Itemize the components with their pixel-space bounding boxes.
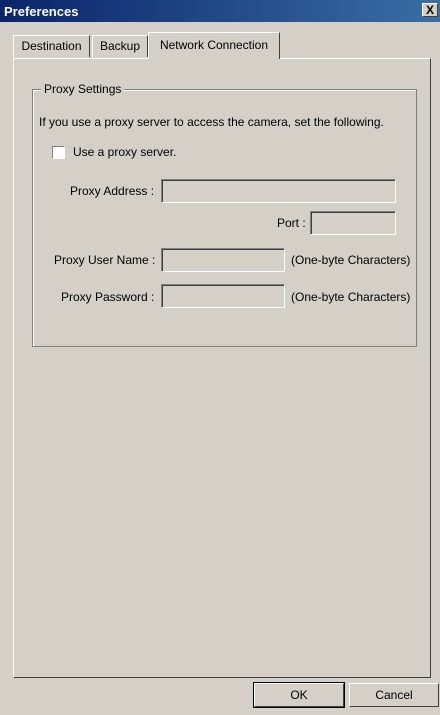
proxy-description: If you use a proxy server to access the … <box>39 115 384 129</box>
cancel-button[interactable]: Cancel <box>349 683 439 707</box>
proxy-user-name-input[interactable] <box>161 248 285 272</box>
use-proxy-label[interactable]: Use a proxy server. <box>73 145 176 159</box>
proxy-settings-group: Proxy Settings If you use a proxy server… <box>32 82 417 347</box>
title-bar: Preferences X <box>0 0 440 22</box>
proxy-address-label: Proxy Address : <box>70 184 155 198</box>
tab-destination[interactable]: Destination <box>13 35 90 57</box>
tab-backup[interactable]: Backup <box>92 35 148 57</box>
group-title: Proxy Settings <box>41 82 125 96</box>
proxy-address-input[interactable] <box>161 179 396 203</box>
use-proxy-checkbox[interactable] <box>52 146 65 159</box>
tab-panel: Proxy Settings If you use a proxy server… <box>13 58 431 678</box>
proxy-password-label: Proxy Password : <box>61 290 155 304</box>
close-button[interactable]: X <box>422 3 438 17</box>
ok-button[interactable]: OK <box>253 682 345 708</box>
proxy-password-input[interactable] <box>161 284 285 308</box>
window-title: Preferences <box>4 4 79 19</box>
port-input[interactable] <box>310 211 396 235</box>
user-name-hint: (One-byte Characters) <box>291 253 411 267</box>
password-hint: (One-byte Characters) <box>291 290 411 304</box>
port-label: Port : <box>277 216 306 230</box>
tab-network-connection[interactable]: Network Connection <box>148 32 280 59</box>
proxy-user-name-label: Proxy User Name : <box>54 253 156 267</box>
